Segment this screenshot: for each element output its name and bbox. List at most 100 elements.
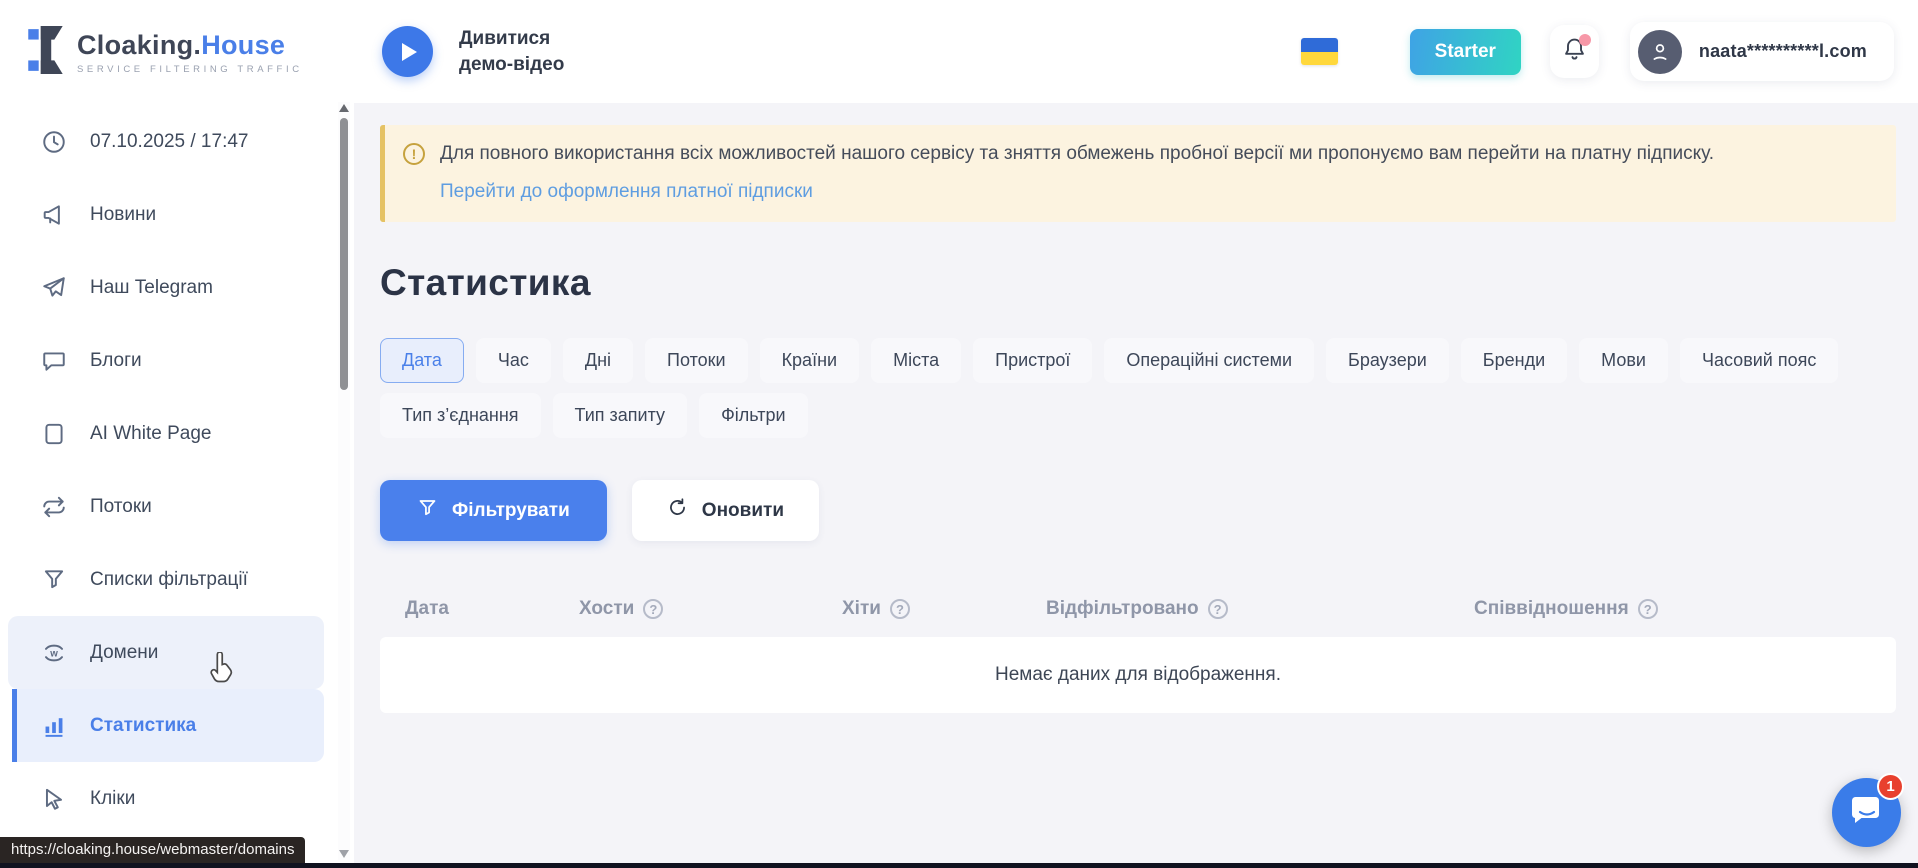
sidebar-item-label: Блоги	[90, 350, 142, 372]
refresh-icon	[667, 497, 688, 524]
language-flag-icon[interactable]	[1301, 38, 1338, 65]
column-label: Хости	[579, 598, 634, 620]
tab-filters[interactable]: Фільтри	[699, 393, 807, 438]
taskbar-edge	[0, 863, 1918, 868]
tab-timezone[interactable]: Часовий пояс	[1680, 338, 1838, 383]
table-header: ДатаХости?Хіти?Відфільтровано?Співвіднош…	[380, 589, 1896, 629]
tab-devices[interactable]: Пристрої	[973, 338, 1092, 383]
paper-plane-icon	[40, 274, 67, 301]
tab-date[interactable]: Дата	[380, 338, 464, 383]
sidebar-item-blogs[interactable]: Блоги	[0, 324, 324, 397]
help-icon[interactable]: ?	[1638, 599, 1658, 619]
user-email: naata**********l.com	[1699, 41, 1867, 62]
notifications-button[interactable]	[1550, 25, 1599, 78]
refresh-button[interactable]: Оновити	[632, 480, 819, 541]
filter-tab-row: Дата Час Дні Потоки КраїниМіста Пристрої Опера…	[380, 338, 1896, 383]
tab-operating-systems[interactable]: Операційні системи	[1104, 338, 1314, 383]
tab-cities[interactable]: Міста	[871, 338, 961, 383]
repeat-icon	[40, 493, 67, 520]
column-header-date: Дата	[405, 598, 579, 620]
help-icon[interactable]: ?	[890, 599, 910, 619]
avatar	[1638, 30, 1682, 74]
sidebar: Cloaking.House SERVICE FILTERING TRAFFIC…	[0, 0, 354, 868]
sidebar-item-news[interactable]: Новини	[0, 178, 324, 251]
column-header-ratio: Співвідношення?	[1474, 598, 1896, 620]
brand-name: Cloaking.House	[77, 30, 303, 61]
sidebar-item-label: Новини	[90, 204, 156, 226]
scrollbar-thumb[interactable]	[340, 118, 348, 390]
sidebar-item-label: Списки фільтрації	[90, 569, 248, 591]
sidebar-item-date-time: 07.10.2025 / 17:47	[0, 105, 324, 178]
app-window: Cloaking.House SERVICE FILTERING TRAFFIC…	[0, 0, 1918, 868]
clock-icon	[40, 128, 67, 155]
domain-icon: w	[40, 639, 67, 666]
scroll-up-icon[interactable]	[339, 104, 349, 112]
column-label: Відфільтровано	[1046, 598, 1199, 620]
sidebar-item-statistics[interactable]: Статистика	[12, 689, 324, 762]
plan-badge[interactable]: Starter	[1410, 29, 1521, 75]
topbar: Дивитися демо-відео Starter	[354, 0, 1918, 103]
filter-tab-row: Тип з’єднання Тип запитуФільтри	[380, 393, 1896, 438]
sidebar-item-streams[interactable]: Потоки	[0, 470, 324, 543]
sidebar-item-label: Домени	[90, 642, 158, 664]
status-url-tooltip: https://cloaking.house/webmaster/domains	[0, 837, 305, 863]
help-icon[interactable]: ?	[1208, 599, 1228, 619]
filter-button[interactable]: Фільтрувати	[380, 480, 607, 541]
logo[interactable]: Cloaking.House SERVICE FILTERING TRAFFIC	[0, 0, 354, 79]
content: ! Для повного використання всіх можливос…	[354, 103, 1918, 713]
tab-languages[interactable]: Мови	[1579, 338, 1668, 383]
trial-warning-banner: ! Для повного використання всіх можливос…	[380, 125, 1896, 222]
chat-widget-button[interactable]: 1	[1832, 778, 1901, 847]
chat-unread-badge: 1	[1877, 773, 1904, 800]
column-header-filtered: Відфільтровано?	[1046, 598, 1474, 620]
page-title: Статистика	[380, 262, 1896, 304]
scroll-down-icon[interactable]	[339, 850, 349, 858]
brand-tagline: SERVICE FILTERING TRAFFIC	[77, 64, 303, 75]
sidebar-item-domains[interactable]: w Домени	[8, 616, 324, 689]
tab-request-type[interactable]: Тип запиту	[553, 393, 688, 438]
tab-streams[interactable]: Потоки	[645, 338, 748, 383]
sidebar-item-label: 07.10.2025 / 17:47	[90, 131, 248, 153]
notification-dot	[1579, 34, 1591, 46]
demo-video-label: Дивитися демо-відео	[459, 26, 584, 78]
main-area: Дивитися демо-відео Starter	[354, 0, 1918, 868]
chat-bubble-icon	[1848, 791, 1886, 834]
play-icon[interactable]	[382, 26, 433, 77]
tab-brands[interactable]: Бренди	[1461, 338, 1567, 383]
sidebar-item-filter-lists[interactable]: Списки фільтрації	[0, 543, 324, 616]
sidebar-item-label: Потоки	[90, 496, 152, 518]
funnel-icon	[417, 497, 438, 524]
sidebar-scrollbar[interactable]	[338, 102, 350, 860]
bar-chart-icon	[40, 712, 67, 739]
sidebar-item-label: Наш Telegram	[90, 277, 213, 299]
demo-video-button[interactable]: Дивитися демо-відео	[382, 26, 584, 78]
sidebar-item-label: Статистика	[90, 715, 196, 737]
sidebar-nav: 07.10.2025 / 17:47 Новини Наш Telegram Блог…	[0, 79, 354, 835]
funnel-icon	[40, 566, 67, 593]
tab-days[interactable]: Дні	[563, 338, 633, 383]
sidebar-item-clicks[interactable]: Кліки	[0, 762, 324, 835]
sidebar-item-telegram[interactable]: Наш Telegram	[0, 251, 324, 324]
filter-tabs: Дата Час Дні Потоки КраїниМіста Пристрої Опера…	[380, 338, 1896, 438]
column-header-hosts: Хости?	[579, 598, 842, 620]
page-icon	[40, 420, 67, 447]
tab-time[interactable]: Час	[476, 338, 551, 383]
logo-mark-icon	[28, 26, 64, 79]
tab-countries[interactable]: Країни	[760, 338, 860, 383]
subscribe-link[interactable]: Перейти до оформлення платної підписки	[440, 181, 813, 203]
help-icon[interactable]: ?	[643, 599, 663, 619]
sidebar-item-label: Кліки	[90, 788, 135, 810]
column-label: Дата	[405, 598, 449, 620]
cursor-icon	[40, 785, 67, 812]
sidebar-item-ai-white-page[interactable]: AI White Page	[0, 397, 324, 470]
column-label: Співвідношення	[1474, 598, 1629, 620]
tab-connection-type[interactable]: Тип з’єднання	[380, 393, 541, 438]
megaphone-icon	[40, 201, 67, 228]
empty-state-row: Немає даних для відображення.	[380, 637, 1896, 713]
empty-state-text: Немає даних для відображення.	[995, 664, 1281, 686]
chat-bubble-icon	[40, 347, 67, 374]
sidebar-item-label: AI White Page	[90, 423, 211, 445]
user-account-button[interactable]: naata**********l.com	[1630, 22, 1894, 81]
svg-text:w: w	[49, 648, 58, 659]
tab-browsers[interactable]: Браузери	[1326, 338, 1449, 383]
